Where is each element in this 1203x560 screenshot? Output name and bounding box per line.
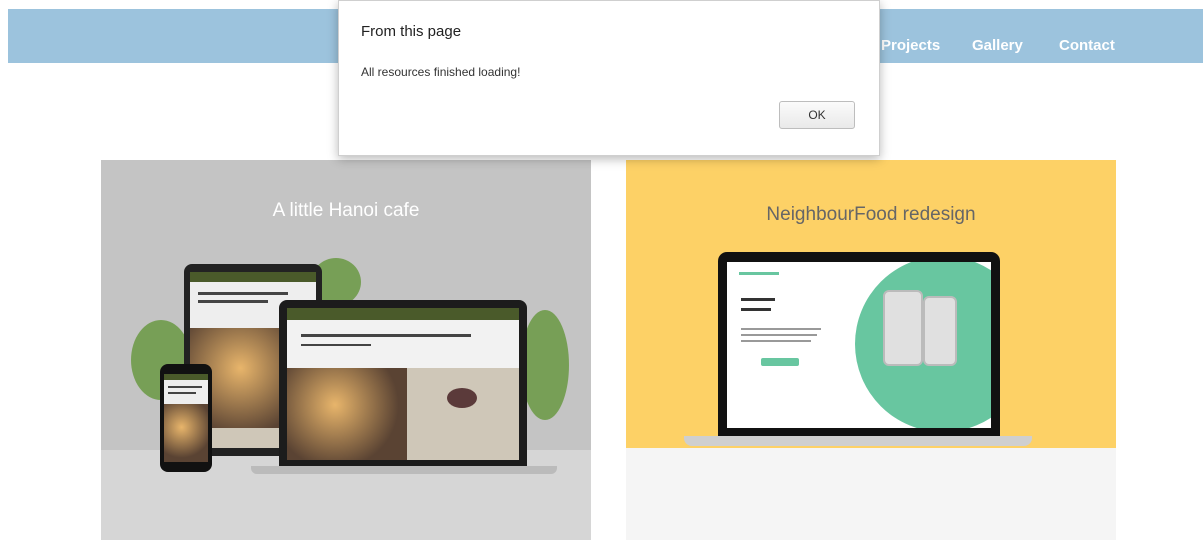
project-card-neighbourfood[interactable]: NeighbourFood redesign (626, 160, 1116, 540)
nav-link-contact[interactable]: Contact (1059, 37, 1115, 54)
dialog-message: All resources finished loading! (361, 65, 521, 79)
dialog-title: From this page (361, 23, 462, 40)
alert-dialog: From this page All resources finished lo… (338, 0, 880, 156)
project-card-hanoi-cafe[interactable]: A little Hanoi cafe (101, 160, 591, 540)
laptop-mockup (718, 252, 1000, 436)
phone-mockup (160, 364, 212, 472)
project-card-title: NeighbourFood redesign (766, 204, 976, 225)
nav-link-projects[interactable]: Projects (881, 37, 940, 54)
laptop-mockup (279, 300, 527, 468)
laptop-base (684, 436, 1032, 446)
plant-decoration (521, 310, 569, 420)
nav-link-gallery[interactable]: Gallery (972, 37, 1023, 54)
project-card-title: A little Hanoi cafe (272, 200, 420, 221)
ok-button[interactable]: OK (779, 101, 855, 129)
laptop-base (251, 466, 557, 474)
